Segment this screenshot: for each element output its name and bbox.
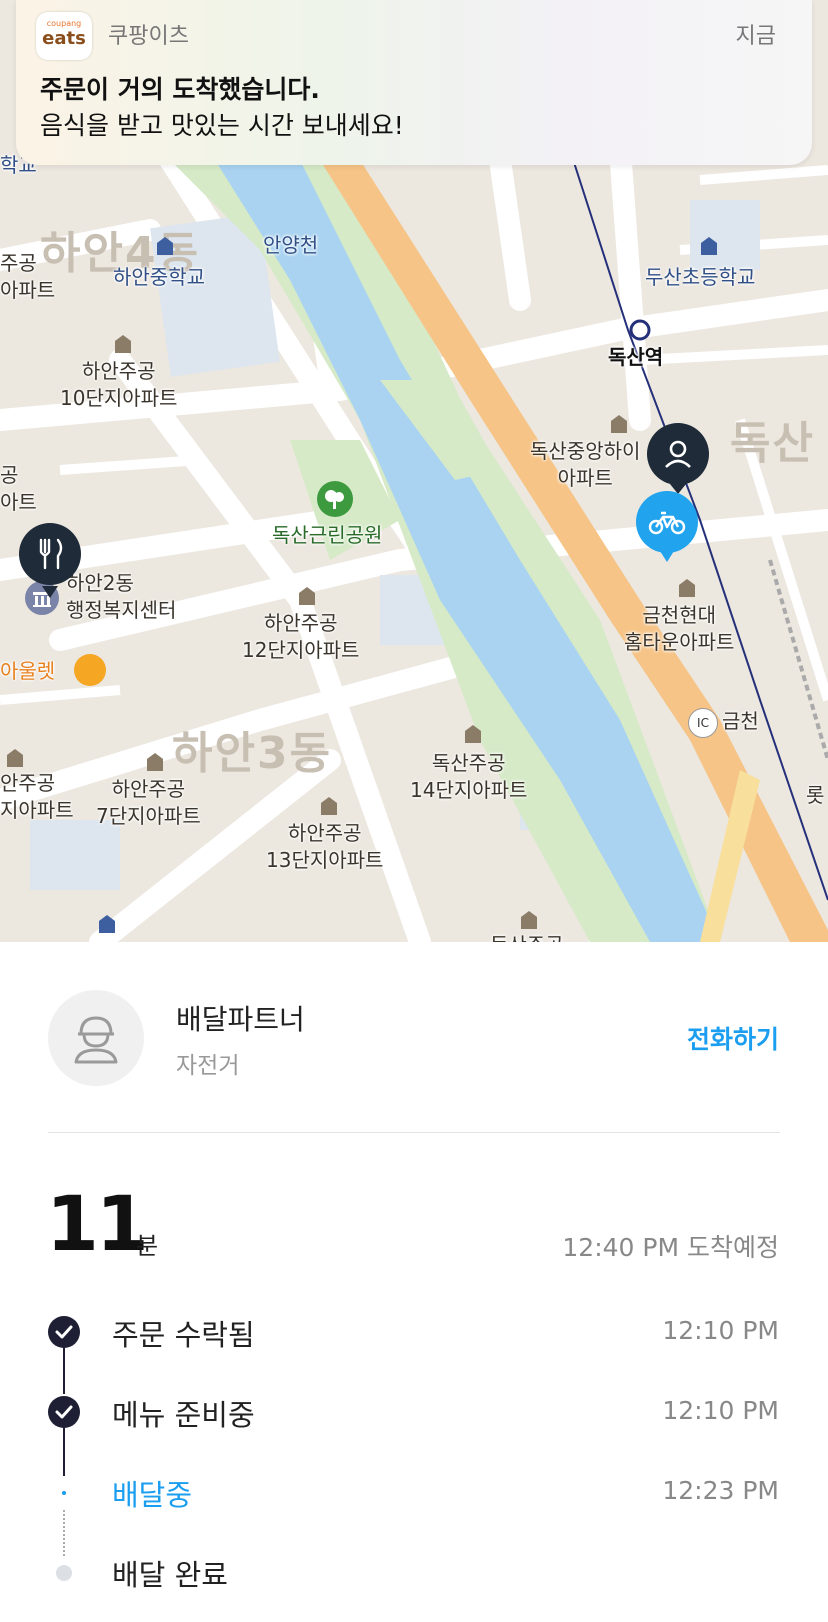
partner-vehicle: 자전거 bbox=[176, 1053, 240, 1079]
notification-body: 음식을 받고 맛있는 시간 보내세요! bbox=[40, 111, 404, 140]
divider bbox=[48, 1132, 780, 1133]
rider-location-pin[interactable] bbox=[634, 490, 700, 564]
app-logo: coupang eats bbox=[36, 12, 92, 60]
building-icon bbox=[321, 797, 337, 815]
map-label: 하안중학교 bbox=[113, 265, 205, 289]
building-icon bbox=[611, 415, 627, 433]
district-label: 독산 bbox=[730, 418, 815, 469]
school-icon bbox=[157, 237, 173, 255]
partner-avatar bbox=[48, 990, 144, 1086]
building-icon bbox=[465, 725, 481, 743]
step-time: 12:23 PM bbox=[662, 1476, 779, 1505]
step-label: 주문 수락됨 bbox=[112, 1318, 255, 1352]
eta-arrival-time: 12:40 PM 도착예정 bbox=[562, 1233, 779, 1262]
notification-title: 주문이 거의 도착했습니다. bbox=[40, 75, 320, 104]
map-label: 하안주공 12단지아파트 bbox=[242, 611, 360, 662]
building-icon bbox=[679, 579, 695, 597]
map-label: 독산주공 14단지아파트 bbox=[410, 751, 528, 802]
map-label: 독산중앙하이 아파트 bbox=[530, 439, 641, 490]
map-label: 하안주공 7단지아파트 bbox=[96, 777, 201, 828]
building-icon bbox=[115, 335, 131, 353]
building-icon bbox=[299, 587, 315, 605]
map-label: 안주공 지아파트 bbox=[0, 771, 74, 822]
timeline-line bbox=[63, 1426, 65, 1476]
step-done-check-icon bbox=[48, 1316, 80, 1348]
step-active-dot bbox=[62, 1491, 66, 1495]
timeline-line-pending bbox=[63, 1510, 65, 1556]
map-label: 주공 아파트 bbox=[0, 251, 56, 302]
map-label: 하안주공 10단지아파트 bbox=[60, 359, 178, 410]
shopping-icon bbox=[74, 654, 106, 686]
station-label: 독산역 bbox=[608, 345, 664, 369]
notification-app-name: 쿠팡이츠 bbox=[108, 24, 189, 49]
ic-badge: IC bbox=[688, 708, 718, 738]
rider-avatar-icon bbox=[74, 1016, 118, 1064]
eta-unit: 분 bbox=[136, 1232, 159, 1260]
step-pending-dot bbox=[56, 1565, 72, 1581]
district-label: 하안3동 bbox=[172, 728, 333, 779]
notification-time: 지금 bbox=[735, 24, 776, 49]
push-notification[interactable]: coupang eats 쿠팡이츠 지금 주문이 거의 도착했습니다. 음식을 … bbox=[16, 0, 812, 165]
partner-name: 배달파트너 bbox=[176, 1003, 305, 1036]
step-time: 12:10 PM bbox=[662, 1396, 779, 1425]
map-label: 금천 bbox=[722, 709, 759, 733]
step-label: 배달 완료 bbox=[112, 1558, 228, 1592]
restaurant-pin[interactable] bbox=[18, 522, 82, 600]
school-icon bbox=[701, 237, 717, 255]
building-icon bbox=[147, 753, 163, 771]
map-label: 하안2동 행정복지센터 bbox=[66, 571, 177, 622]
map-label: 공 아트 bbox=[0, 463, 37, 514]
map-label: 독산근린공원 bbox=[272, 523, 383, 547]
step-label-active: 배달중 bbox=[112, 1478, 193, 1512]
customer-location-pin[interactable] bbox=[646, 422, 710, 500]
eta-minutes: 11 bbox=[46, 1179, 149, 1268]
map-label: 금천현대 홈타운아파트 bbox=[624, 603, 735, 654]
step-label: 메뉴 준비중 bbox=[112, 1398, 255, 1432]
map-label: 두산초등학교 bbox=[645, 265, 756, 289]
map-label: 아울렛 bbox=[0, 659, 56, 683]
building-icon bbox=[521, 911, 537, 929]
district-label: 하안4동 bbox=[40, 228, 201, 279]
park-icon bbox=[317, 481, 353, 517]
step-done-check-icon bbox=[48, 1396, 80, 1428]
map-label: 하안주공 13단지아파트 bbox=[266, 821, 384, 872]
school-icon bbox=[99, 915, 115, 933]
building-icon bbox=[7, 749, 23, 767]
map-label: 안양천 bbox=[263, 233, 319, 257]
step-time: 12:10 PM bbox=[662, 1316, 779, 1345]
map-label: 독산주공 bbox=[490, 932, 564, 942]
timeline-line bbox=[63, 1346, 65, 1394]
map-label: 롯 bbox=[806, 783, 825, 807]
call-button[interactable]: 전화하기 bbox=[687, 1020, 779, 1056]
